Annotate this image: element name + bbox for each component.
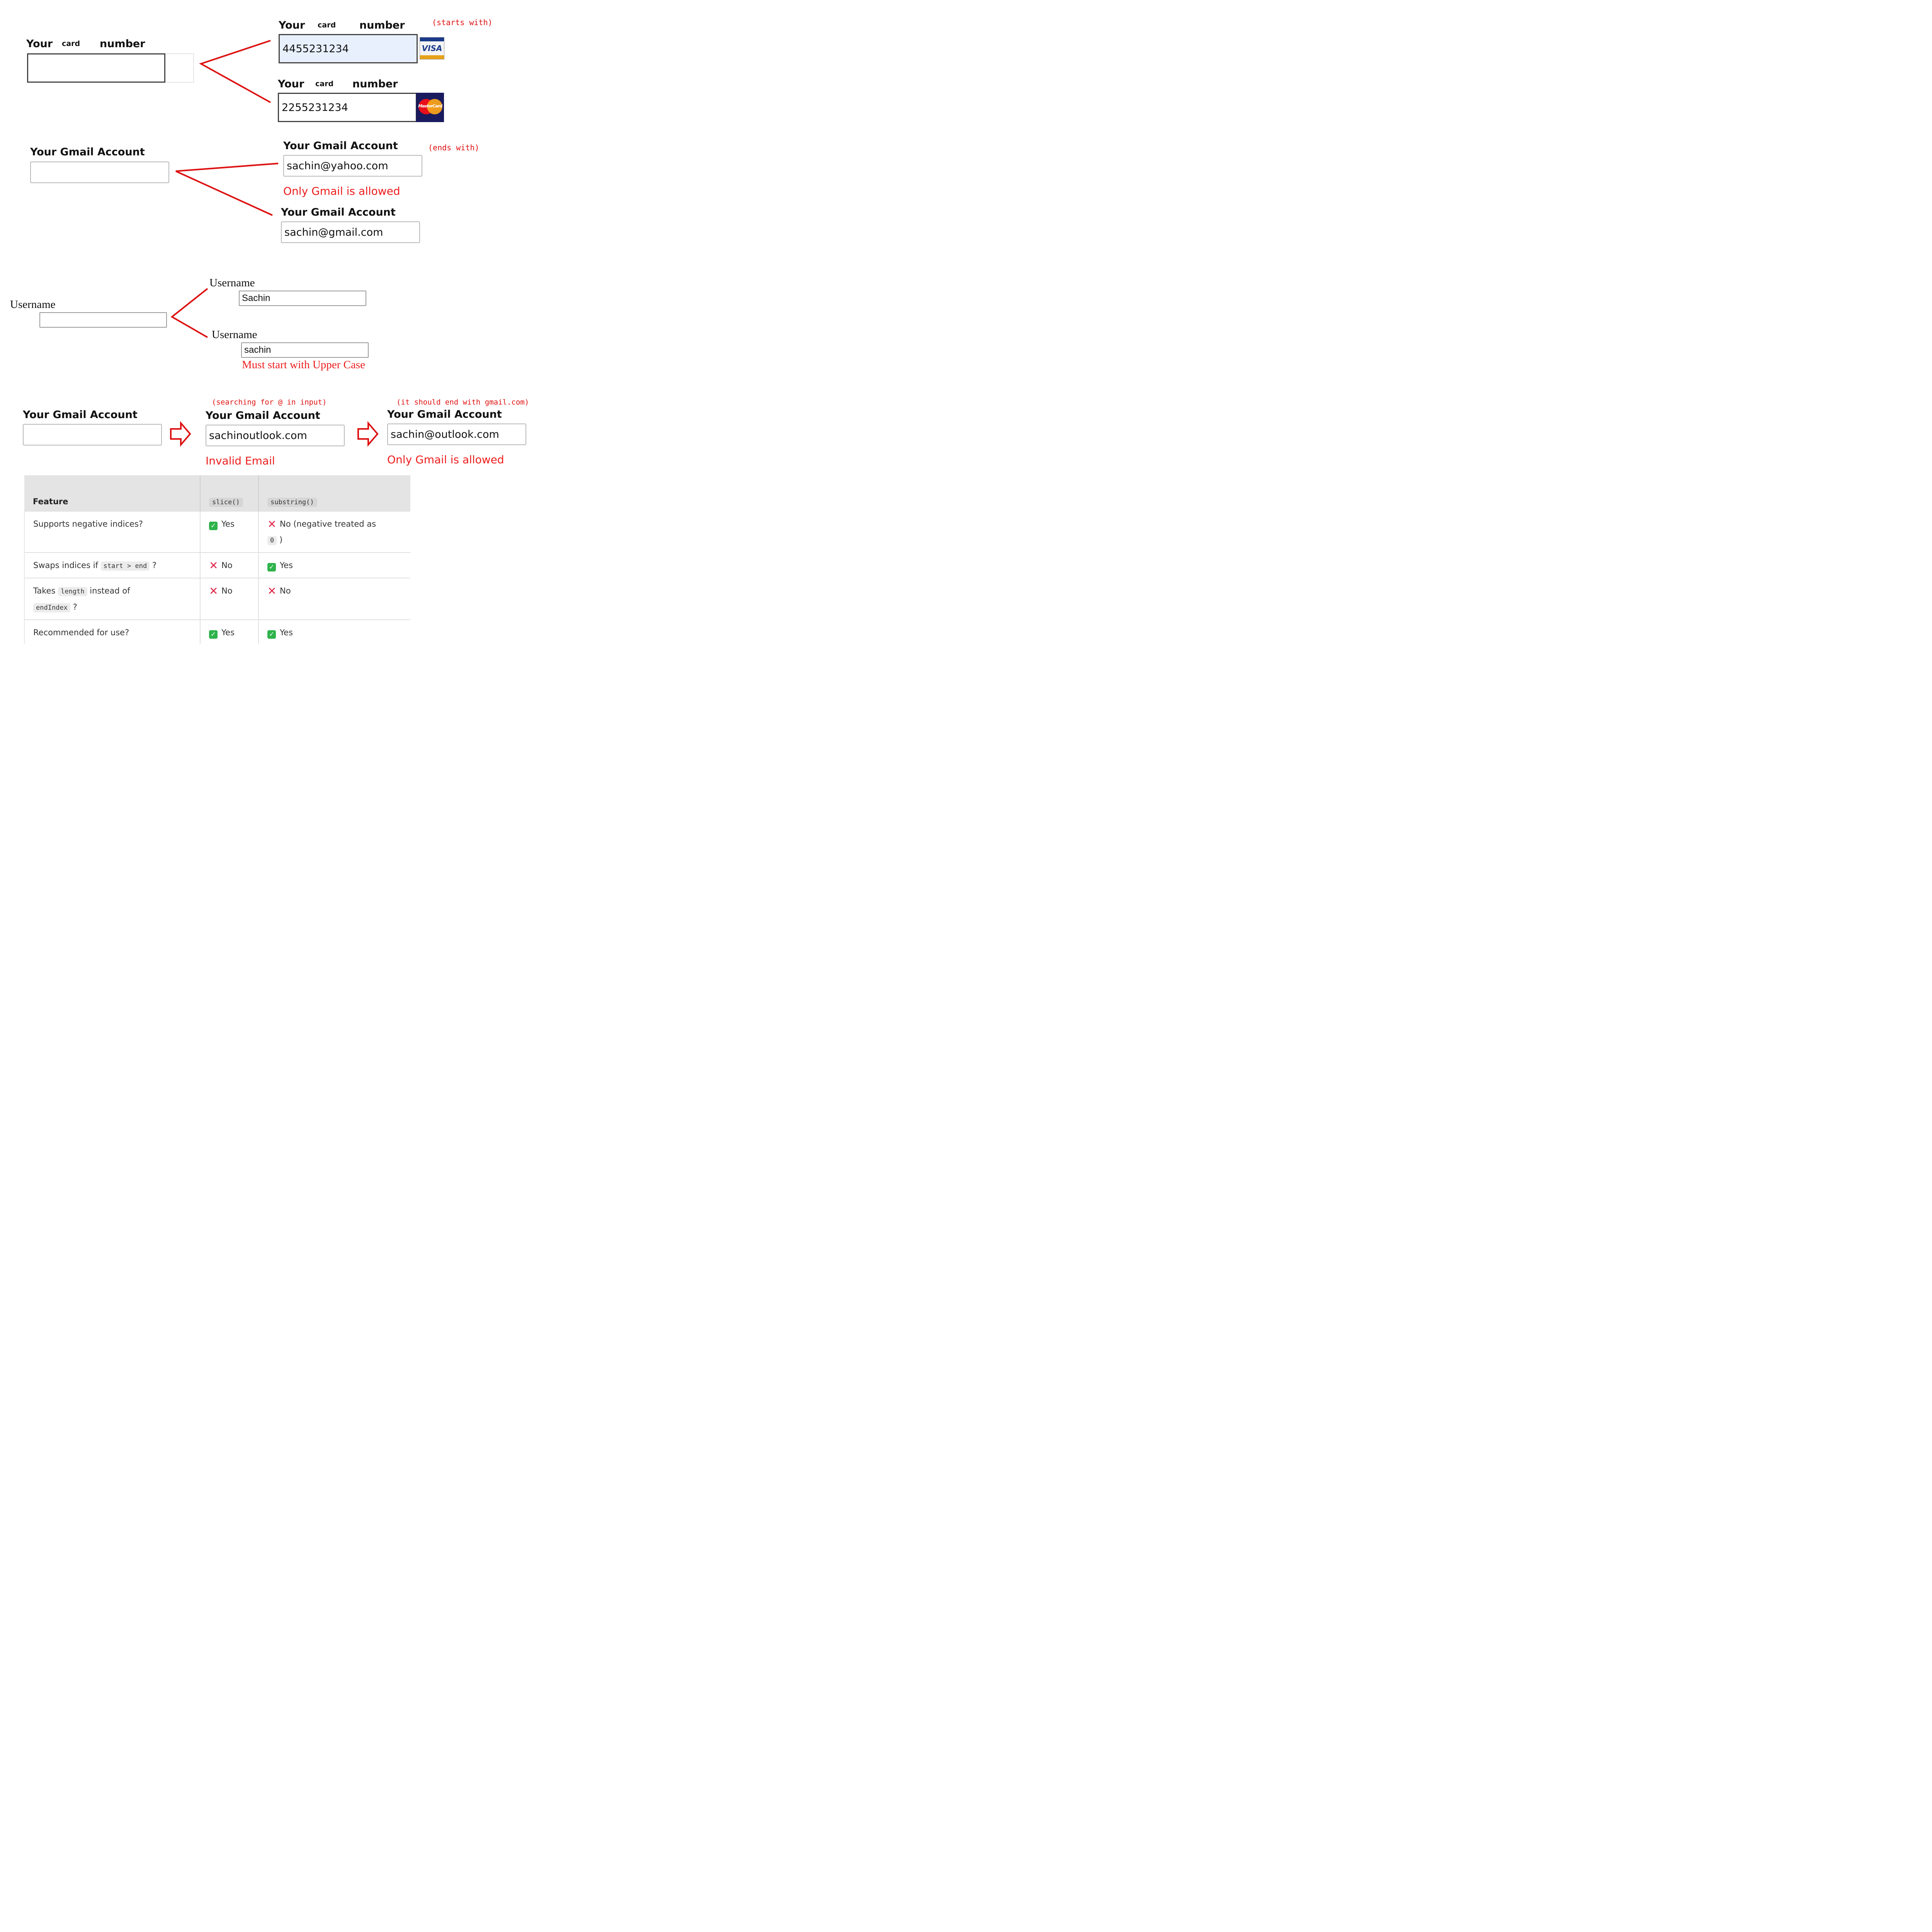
substring-cell: ✓ Yes (259, 619, 410, 644)
feature-cell: Supports negative indices? (24, 511, 201, 553)
feature-cell: Swaps indices if start > end ? (24, 552, 201, 578)
card-label-number: number (100, 38, 145, 50)
connector-lines (170, 40, 379, 447)
slice-cell: ✓ Yes (200, 619, 259, 644)
gmail-error-message: Only Gmail is allowed (387, 453, 504, 466)
gmail-input[interactable] (23, 424, 162, 446)
comparison-table: Feature slice() substring() Supports neg… (24, 475, 410, 644)
gmail-label: Your Gmail Account (206, 410, 320, 422)
feature-cell: Recommended for use? (24, 619, 201, 644)
username-input-invalid[interactable]: sachin (241, 342, 369, 358)
card-number-input[interactable] (27, 53, 165, 83)
slice-cell: ✕ No (200, 552, 259, 578)
card-note: (starts with) (432, 18, 493, 27)
gmail-label: Your Gmail Account (23, 409, 138, 421)
check-icon: ✓ (209, 522, 218, 530)
mastercard-logo-icon: MasterCard (416, 93, 444, 122)
card-number-input-mastercard[interactable]: 2255231234 (278, 93, 417, 122)
card-label-your: Your (26, 38, 53, 50)
table-row: Takes length instead of endIndex ? ✕ No ✕ N… (24, 578, 410, 620)
card-label-number: number (359, 19, 405, 31)
gmail-label: Your Gmail Account (281, 206, 396, 218)
card-label-card: card (318, 21, 336, 29)
username-error-message: Must start with Upper Case (242, 359, 365, 371)
gmail-ends-note: (ends with) (428, 143, 480, 152)
card-number-input-visa[interactable]: 4455231234 (279, 34, 418, 63)
table-row: Swaps indices if start > end ? ✕ No ✓ Yes (24, 552, 410, 578)
gmail-input[interactable] (30, 162, 169, 183)
username-label: Username (209, 277, 255, 289)
username-label: Username (10, 298, 56, 311)
table-header-row: Feature slice() substring() (24, 475, 410, 511)
card-label-card: card (62, 39, 80, 48)
slice-cell: ✓ Yes (200, 511, 259, 553)
table-row: Supports negative indices? ✓ Yes ✕ No (neg… (24, 511, 410, 553)
arrow-right-icon-1 (170, 421, 191, 447)
check-icon: ✓ (209, 630, 218, 639)
cross-icon: ✕ (209, 585, 218, 597)
gmail-input-outlook[interactable]: sachin@outlook.com (387, 423, 526, 445)
gmail-label: Your Gmail Account (283, 140, 398, 152)
card-label-your: Your (278, 78, 304, 90)
slice-cell: ✕ No (200, 578, 259, 620)
substring-cell: ✕ No (259, 578, 410, 620)
username-label: Username (212, 328, 257, 341)
card-label-card: card (315, 80, 334, 88)
username-input-valid[interactable]: Sachin (239, 291, 366, 306)
header-substring: substring() (259, 475, 410, 511)
feature-cell: Takes length instead of endIndex ? (24, 578, 201, 620)
substring-cell: ✓ Yes (259, 552, 410, 578)
substring-cell: ✕ No (negative treated as 0 ) (259, 511, 410, 553)
username-input[interactable] (39, 312, 167, 328)
arrow-right-icon-2 (357, 421, 379, 447)
check-icon: ✓ (267, 630, 276, 639)
note-at-search: (searching for @ in input) (212, 398, 327, 406)
invalid-email-error: Invalid Email (206, 454, 275, 467)
cross-icon: ✕ (209, 559, 218, 572)
gmail-label: Your Gmail Account (387, 408, 502, 420)
gmail-error-message: Only Gmail is allowed (283, 185, 400, 197)
header-slice: slice() (200, 475, 259, 511)
note-end-gmail: (it should end with gmail.com) (396, 398, 529, 406)
header-feature: Feature (24, 475, 201, 511)
username-connector (170, 288, 208, 338)
gmail-input-no-at[interactable]: sachinoutlook.com (206, 425, 345, 446)
card-connector (199, 40, 271, 103)
cross-icon: ✕ (267, 585, 277, 597)
gmail-label: Your Gmail Account (30, 146, 145, 158)
check-icon: ✓ (267, 563, 276, 571)
card-label-number: number (352, 78, 398, 90)
gmail-input-yahoo[interactable]: sachin@yahoo.com (283, 155, 422, 177)
cross-icon: ✕ (267, 518, 277, 531)
gmail-ends-connector (175, 163, 279, 216)
card-label-your: Your (279, 19, 305, 31)
gmail-input-gmail[interactable]: sachin@gmail.com (281, 221, 420, 243)
table-row: Recommended for use? ✓ Yes ✓ Yes (24, 619, 410, 644)
visa-logo-icon: VISA (420, 37, 444, 60)
card-logo-placeholder (165, 53, 194, 83)
